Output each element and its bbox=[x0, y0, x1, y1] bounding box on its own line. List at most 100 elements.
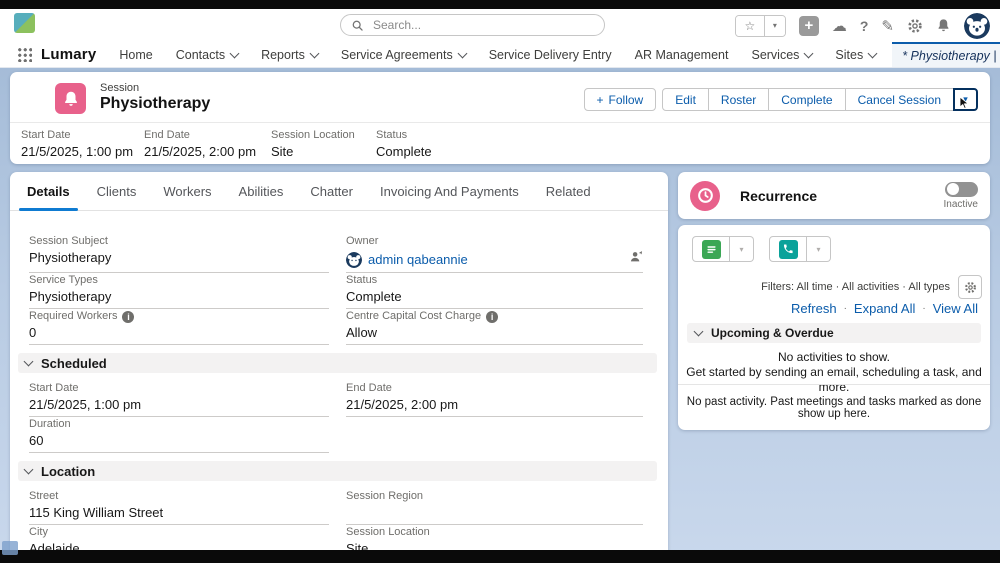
trailhead-icon[interactable]: ☁ bbox=[832, 17, 847, 35]
new-task-button[interactable] bbox=[692, 236, 730, 262]
upcoming-overdue-section[interactable]: Upcoming & Overdue bbox=[687, 323, 981, 343]
field-required-workers: Required Workers 0 bbox=[29, 310, 329, 345]
info-icon[interactable] bbox=[122, 310, 135, 323]
plus-icon: + bbox=[596, 92, 604, 107]
edit-button[interactable]: Edit bbox=[662, 88, 709, 111]
tab-related[interactable]: Related bbox=[546, 184, 591, 199]
nav-tab-home[interactable]: Home bbox=[119, 48, 152, 62]
recurrence-title: Recurrence bbox=[740, 187, 818, 204]
past-activity-text: No past activity. Past meetings and task… bbox=[686, 396, 982, 420]
chevron-down-icon[interactable] bbox=[803, 48, 814, 58]
tab-chatter[interactable]: Chatter bbox=[310, 184, 353, 199]
highlight-field-end-date: End Date 21/5/2025, 2:00 pm bbox=[144, 129, 257, 159]
nav-label: Services bbox=[751, 47, 800, 62]
chevron-down-icon[interactable] bbox=[309, 48, 320, 58]
header-icon-row: ☆ ▾ + ☁ ? ✎ bbox=[734, 9, 990, 42]
record-title: Physiotherapy bbox=[100, 95, 211, 112]
nav-tab-service-agreements[interactable]: Service Agreements bbox=[340, 47, 468, 62]
call-caret-icon[interactable]: ▾ bbox=[807, 236, 831, 262]
star-icon[interactable]: ☆ bbox=[735, 15, 764, 36]
global-search[interactable] bbox=[340, 14, 605, 36]
dot-separator: · bbox=[843, 303, 847, 314]
record-action-buttons: + Follow Edit Roster Complete Cancel Ses… bbox=[583, 88, 978, 111]
tab-details[interactable]: Details bbox=[19, 184, 78, 211]
recurrence-clock-icon bbox=[690, 180, 720, 211]
section-title: Scheduled bbox=[41, 355, 107, 371]
tab-clients[interactable]: Clients bbox=[97, 184, 137, 199]
field-service-types: Service Types Physiotherapy bbox=[29, 274, 329, 309]
nav-tab-physiotherapy-session-active[interactable]: * Physiotherapy | Session × bbox=[892, 42, 1000, 67]
favorites-button[interactable]: ☆ ▾ bbox=[734, 14, 786, 37]
user-avatar[interactable] bbox=[964, 12, 990, 39]
nav-tab-reports[interactable]: Reports bbox=[261, 47, 320, 62]
app-window: ☆ ▾ + ☁ ? ✎ Lumary Home Contacts Reports… bbox=[0, 0, 1000, 563]
nav-label: Home bbox=[119, 47, 153, 62]
section-scheduled[interactable]: Scheduled bbox=[18, 353, 657, 373]
nav-tab-sites[interactable]: Sites bbox=[835, 48, 878, 62]
favorites-caret-icon[interactable]: ▾ bbox=[763, 15, 785, 36]
record-detail-card: Details Clients Workers Abilities Chatte… bbox=[10, 172, 668, 563]
tab-abilities[interactable]: Abilities bbox=[239, 184, 284, 199]
setup-pencil-icon[interactable]: ✎ bbox=[881, 17, 894, 35]
task-caret-icon[interactable]: ▾ bbox=[730, 236, 754, 262]
details-form: Session Subject Physiotherapy Owner admi… bbox=[10, 211, 657, 563]
nav-label: AR Management bbox=[634, 47, 729, 62]
bell-icon[interactable] bbox=[936, 18, 951, 33]
record-object-label: Session bbox=[100, 82, 140, 94]
help-icon[interactable]: ? bbox=[860, 18, 869, 34]
dot-separator: · bbox=[922, 303, 926, 314]
refresh-link[interactable]: Refresh bbox=[791, 301, 837, 316]
app-navigation-bar: Lumary Home Contacts Reports Service Agr… bbox=[0, 42, 1000, 68]
cancel-session-button[interactable]: Cancel Session bbox=[844, 88, 954, 111]
activity-filter-gear-button[interactable] bbox=[958, 275, 982, 299]
roster-button[interactable]: Roster bbox=[707, 88, 770, 111]
highlight-field-status: Status Complete bbox=[376, 129, 432, 159]
info-icon[interactable] bbox=[486, 310, 499, 323]
section-location[interactable]: Location bbox=[18, 461, 657, 481]
complete-button[interactable]: Complete bbox=[768, 88, 846, 111]
app-launcher-icon[interactable] bbox=[17, 47, 32, 62]
tab-invoicing-and-payments[interactable]: Invoicing And Payments bbox=[380, 184, 519, 199]
nav-label: Service Delivery Entry bbox=[488, 47, 612, 62]
chevron-down-icon[interactable] bbox=[23, 464, 34, 475]
nav-tab-service-delivery-entry[interactable]: Service Delivery Entry bbox=[489, 48, 612, 62]
highlight-field-session-location: Session Location Site bbox=[271, 129, 355, 159]
follow-label: Follow bbox=[608, 92, 644, 107]
highlight-field-start-date: Start Date 21/5/2025, 1:00 pm bbox=[21, 129, 134, 159]
field-owner: Owner admin qabeannie bbox=[346, 235, 643, 273]
gear-icon[interactable] bbox=[907, 18, 923, 34]
chevron-down-icon[interactable] bbox=[867, 48, 878, 58]
field-duration: Duration 60 bbox=[29, 418, 329, 453]
field-session-subject: Session Subject Physiotherapy bbox=[29, 235, 329, 273]
chevron-down-icon[interactable] bbox=[457, 48, 468, 58]
section-title: Location bbox=[41, 463, 96, 479]
expand-all-link[interactable]: Expand All bbox=[854, 301, 915, 316]
recurrence-card: Recurrence Inactive bbox=[678, 172, 990, 219]
chevron-down-icon[interactable] bbox=[23, 356, 34, 367]
nav-tab-ar-management[interactable]: AR Management bbox=[635, 48, 729, 62]
nav-label: Reports bbox=[261, 47, 305, 62]
global-actions-button[interactable]: + bbox=[798, 15, 819, 36]
recurrence-toggle[interactable] bbox=[945, 181, 978, 197]
chevron-down-icon[interactable] bbox=[693, 326, 704, 337]
nav-tab-contacts[interactable]: Contacts bbox=[176, 48, 240, 62]
view-all-link[interactable]: View All bbox=[933, 301, 978, 316]
owner-link[interactable]: admin qabeannie bbox=[368, 252, 468, 267]
activity-filters-text: Filters: All time · All activities · All… bbox=[761, 281, 950, 293]
log-call-button[interactable] bbox=[769, 236, 807, 262]
tab-workers[interactable]: Workers bbox=[163, 184, 211, 199]
record-highlights-panel: Session Physiotherapy + Follow Edit Rost… bbox=[10, 72, 990, 164]
nav-tab-services[interactable]: Services bbox=[751, 47, 814, 62]
section-title: Upcoming & Overdue bbox=[711, 326, 834, 340]
follow-button[interactable]: + Follow bbox=[583, 88, 657, 111]
overlay-chip bbox=[2, 541, 18, 555]
detail-tab-bar: Details Clients Workers Abilities Chatte… bbox=[10, 172, 668, 211]
chevron-down-icon[interactable] bbox=[229, 48, 240, 58]
field-session-region: Session Region bbox=[346, 490, 643, 525]
phone-icon bbox=[778, 239, 798, 259]
change-owner-icon[interactable] bbox=[629, 250, 643, 269]
nav-label: Service Agreements bbox=[340, 47, 453, 62]
search-input[interactable] bbox=[371, 17, 575, 33]
field-centre-capital-cost-charge: Centre Capital Cost Charge Allow bbox=[346, 310, 643, 345]
session-object-icon bbox=[55, 83, 86, 114]
